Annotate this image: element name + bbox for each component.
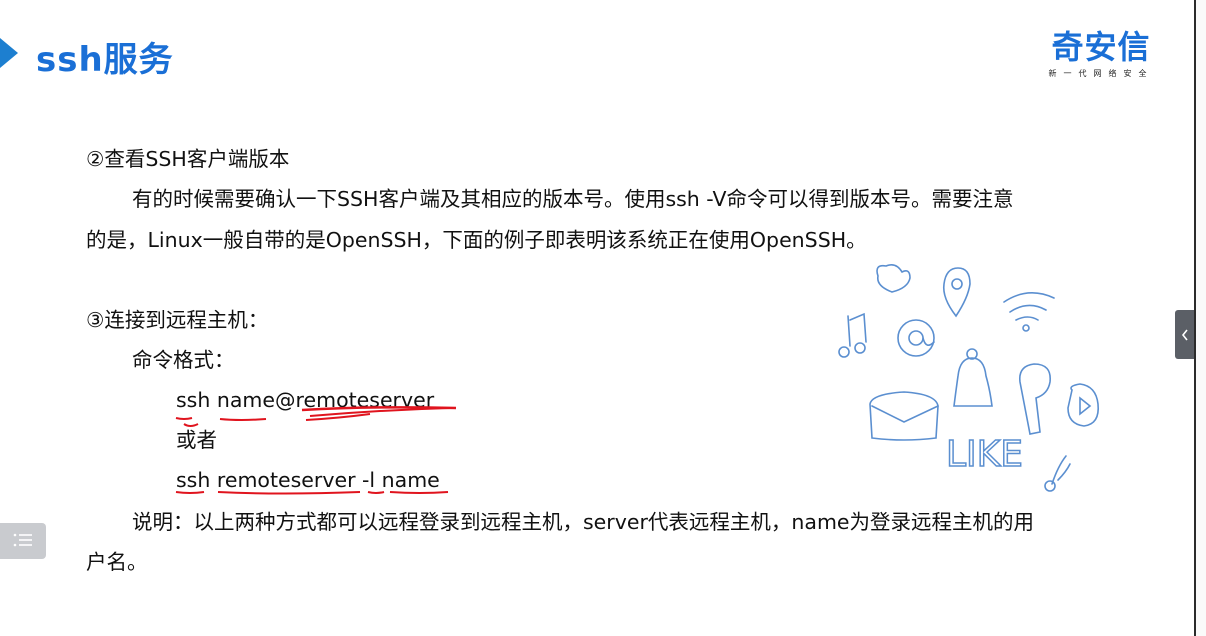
title-arrow-icon	[0, 38, 18, 68]
command-format-label: 命令格式：	[132, 348, 235, 372]
magnifier-icon	[1018, 363, 1051, 435]
slide-title: ssh服务	[36, 40, 174, 80]
play-button-icon	[1067, 383, 1100, 427]
heart-icon	[876, 264, 911, 293]
music-note-small-icon	[1051, 455, 1071, 485]
section2-para-line2: 的是，Linux一般自带的是OpenSSH，下面的例子即表明该系统正在使用Ope…	[86, 228, 867, 252]
section2-heading: ②查看SSH客户端版本	[86, 147, 290, 171]
social-doodle-illustration: LIKE	[838, 264, 1100, 492]
slide: ssh服务 奇安信 新一代网络安全 ②查看SSH客户端版本 有的时候需要确认一下…	[0, 0, 1194, 636]
command2-annotation	[175, 491, 449, 495]
section2-para-line1: 有的时候需要确认一下SSH客户端及其相应的版本号。使用ssh -V命令可以得到版…	[132, 187, 1014, 211]
section3-heading: ③连接到远程主机：	[86, 308, 269, 332]
outline-menu-button[interactable]	[0, 523, 46, 559]
location-pin-icon	[942, 267, 971, 318]
logo-tagline: 新一代网络安全	[1048, 69, 1154, 78]
window-gutter	[1196, 0, 1206, 636]
collapse-panel-button[interactable]	[1175, 310, 1194, 359]
envelope-icon	[869, 391, 939, 441]
explanation-line1: 说明：以上两种方式都可以远程登录到远程主机，server代表远程主机，name为…	[132, 510, 1035, 534]
at-sign-icon	[897, 319, 935, 357]
bell-icon	[953, 357, 993, 407]
logo-name: 奇安信	[1051, 28, 1151, 66]
list-icon	[13, 533, 32, 547]
chevron-left-icon	[1181, 329, 1188, 341]
wifi-icon	[1003, 292, 1055, 321]
like-text: LIKE	[946, 434, 1023, 475]
logo: 奇安信 新一代网络安全	[1046, 28, 1156, 79]
command1-annotation	[175, 406, 457, 427]
pin-dot-icon	[951, 278, 963, 290]
music-note-icon	[847, 312, 867, 347]
explanation-line2: 户名。	[86, 550, 148, 574]
